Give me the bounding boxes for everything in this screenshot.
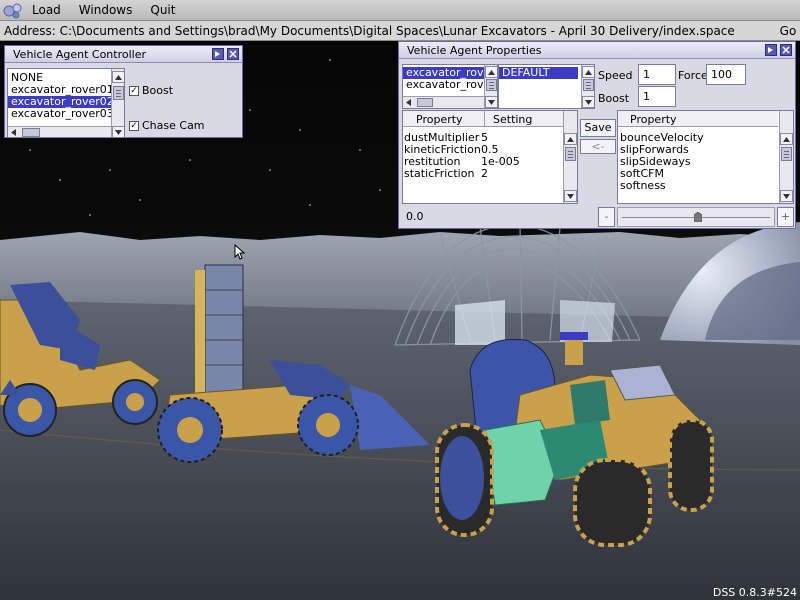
speed-field[interactable]: 1	[638, 64, 676, 85]
agent-list[interactable]: NONE excavator_rover01 excavator_rover02…	[7, 68, 125, 138]
list-item[interactable]: softCFM	[620, 167, 704, 180]
list-item[interactable]: slipSideways	[620, 155, 704, 168]
scroll-up-icon[interactable]	[780, 133, 793, 145]
force-label: Force	[678, 69, 708, 82]
grid-header: Property	[618, 111, 778, 127]
menu-quit[interactable]: Quit	[141, 0, 184, 20]
slider-decrease-button[interactable]: -	[598, 207, 615, 227]
scroll-thumb[interactable]	[486, 79, 497, 91]
address-bar: Address: C:\Documents and Settings\brad\…	[0, 21, 800, 41]
property-setting-grid[interactable]: Property Setting dustMultiplier 5 kineti…	[402, 110, 578, 204]
boost-field[interactable]: 1	[638, 86, 676, 107]
scroll-down-icon[interactable]	[780, 190, 793, 202]
slider-increase-button[interactable]: +	[777, 207, 794, 227]
go-button[interactable]: Go	[776, 24, 800, 38]
value-readout: 0.0	[402, 207, 596, 227]
close-icon[interactable]	[780, 44, 792, 56]
address-input[interactable]: C:\Documents and Settings\brad\My Docume…	[60, 24, 776, 38]
list-item-selected[interactable]: DEFAULT	[499, 67, 578, 79]
boost-label: Boost	[598, 92, 630, 105]
value-slider[interactable]	[617, 207, 775, 227]
scroll-thumb[interactable]	[417, 98, 433, 107]
scroll-down-icon[interactable]	[485, 96, 497, 108]
table-row[interactable]: dustMultiplier 5	[403, 131, 563, 144]
scroll-up-icon[interactable]	[564, 133, 577, 145]
save-button[interactable]: Save	[580, 119, 616, 137]
available-property-list[interactable]: Property bounceVelocity slipForwards sli…	[617, 110, 794, 204]
vehicle-list-hscroll[interactable]	[403, 96, 484, 108]
property-cell: staticFriction	[404, 167, 475, 180]
scroll-thumb[interactable]	[781, 147, 792, 161]
grid-header: Property Setting	[403, 111, 563, 127]
window-title: Vehicle Agent Properties	[407, 43, 542, 57]
mouse-cursor-icon	[234, 244, 246, 260]
scroll-up-icon[interactable]	[582, 66, 594, 78]
scroll-thumb[interactable]	[565, 147, 576, 161]
menu-load[interactable]: Load	[24, 0, 70, 20]
boost-label: Boost	[142, 84, 174, 97]
force-field[interactable]: 100	[706, 64, 746, 85]
profile-list-vscroll[interactable]	[581, 65, 594, 108]
scroll-up-icon[interactable]	[485, 66, 497, 78]
agent-list-vscroll[interactable]	[111, 69, 124, 137]
vehicle-list[interactable]: excavator_rov excavator_rov	[402, 64, 498, 109]
table-row[interactable]: kineticFriction 0.5	[403, 143, 563, 156]
list-item[interactable]: slipForwards	[620, 143, 704, 156]
scroll-down-icon[interactable]	[582, 96, 594, 108]
speed-label: Speed	[598, 69, 633, 82]
minimize-icon[interactable]	[765, 44, 777, 56]
property-grid-vscroll[interactable]	[563, 111, 577, 203]
controller-titlebar[interactable]: Vehicle Agent Controller	[5, 46, 242, 63]
address-label: Address:	[4, 23, 60, 38]
column-header-setting[interactable]: Setting	[493, 113, 532, 126]
chase-cam-label: Chase Cam	[142, 119, 205, 132]
chase-cam-checkbox[interactable]: ✓	[129, 121, 139, 131]
vehicle-list-vscroll[interactable]	[484, 65, 497, 108]
app-logo-icon	[3, 3, 22, 19]
minimize-icon[interactable]	[212, 48, 224, 60]
slider-thumb-icon[interactable]	[694, 212, 702, 222]
available-list-vscroll[interactable]	[779, 111, 793, 203]
scroll-left-icon[interactable]	[11, 129, 16, 136]
scroll-thumb[interactable]	[583, 79, 594, 91]
agent-list-hscroll[interactable]	[8, 126, 111, 137]
menu-windows[interactable]: Windows	[70, 0, 142, 20]
column-header-property[interactable]: Property	[630, 113, 677, 126]
scroll-down-icon[interactable]	[112, 126, 124, 137]
list-item[interactable]: softness	[620, 179, 704, 192]
close-icon[interactable]	[227, 48, 239, 60]
scroll-left-icon[interactable]	[406, 99, 411, 106]
vehicle-agent-controller-window: Vehicle Agent Controller NONE excavator_…	[4, 45, 243, 138]
list-item[interactable]: bounceVelocity	[620, 131, 704, 144]
move-left-button[interactable]: <-	[580, 139, 616, 154]
list-item[interactable]: excavator_rov	[403, 79, 497, 91]
properties-titlebar[interactable]: Vehicle Agent Properties	[399, 42, 795, 59]
scroll-up-icon[interactable]	[112, 71, 124, 83]
boost-checkbox[interactable]: ✓	[129, 86, 139, 96]
window-title: Vehicle Agent Controller	[13, 47, 146, 61]
list-item[interactable]: excavator_rover03	[8, 108, 124, 120]
scroll-thumb[interactable]	[113, 86, 124, 100]
vehicle-agent-properties-window: Vehicle Agent Properties excavator_rov e…	[398, 41, 796, 229]
version-label: DSS 0.8.3#524	[712, 586, 797, 599]
table-row[interactable]: staticFriction 2	[403, 167, 563, 180]
profile-list[interactable]: DEFAULT	[498, 64, 595, 109]
scroll-down-icon[interactable]	[564, 190, 577, 202]
column-header-property[interactable]: Property	[416, 113, 463, 126]
setting-cell: 2	[481, 167, 488, 180]
scroll-thumb[interactable]	[22, 128, 40, 137]
table-row[interactable]: restitution 1e-005	[403, 155, 563, 168]
menu-bar: Load Windows Quit	[0, 0, 800, 21]
